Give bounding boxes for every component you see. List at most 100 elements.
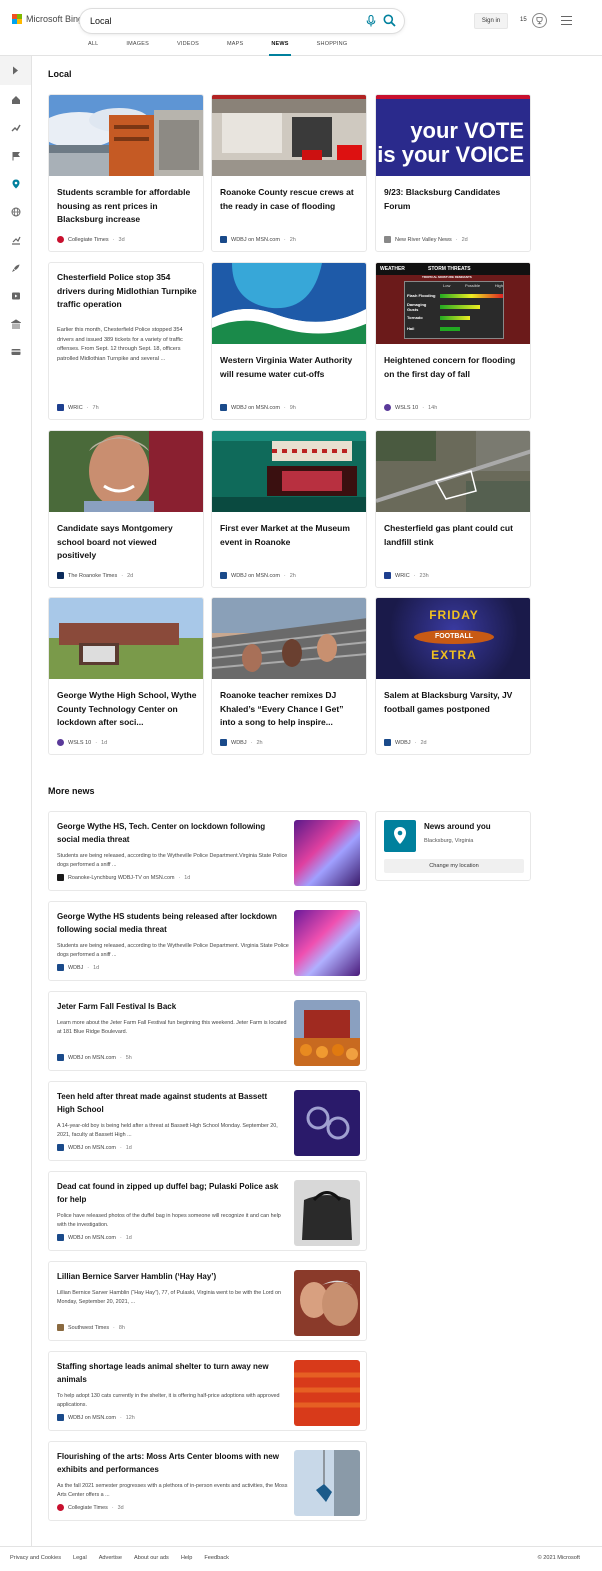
business-chart-icon[interactable]: [11, 235, 21, 245]
news-title[interactable]: Teen held after threat made against stud…: [57, 1091, 285, 1116]
microphone-icon[interactable]: [366, 15, 376, 27]
aerial-landfill-map-image: [376, 431, 530, 512]
sign-in-button[interactable]: Sign in: [474, 13, 508, 29]
more-news-section-title: More news: [48, 786, 95, 796]
news-list-item[interactable]: Staffing shortage leads animal shelter t…: [48, 1351, 367, 1431]
source-logo-icon: [57, 1414, 64, 1421]
footer-link-feedback[interactable]: Feedback: [204, 1555, 229, 1561]
news-card[interactable]: Western Virginia Water Authority will re…: [211, 262, 367, 420]
news-list-item[interactable]: Flourishing of the arts: Moss Arts Cente…: [48, 1441, 367, 1521]
news-card[interactable]: George Wythe High School, Wythe County T…: [48, 597, 204, 755]
card-title[interactable]: Western Virginia Water Authority will re…: [220, 354, 360, 381]
card-source: New River Valley News · 2d: [384, 236, 468, 243]
bing-logo[interactable]: Microsoft Bing: [12, 14, 83, 24]
expand-rail-button[interactable]: [0, 56, 31, 85]
government-building-icon[interactable]: [11, 319, 21, 329]
news-card[interactable]: Chesterfield gas plant could cut landfil…: [375, 430, 531, 588]
tab-videos[interactable]: VIDEOS: [177, 41, 199, 56]
news-list-item[interactable]: Teen held after threat made against stud…: [48, 1081, 367, 1161]
card-title[interactable]: Roanoke teacher remixes DJ Khaled’s “Eve…: [220, 689, 360, 730]
search-input[interactable]: [90, 13, 360, 29]
globe-icon[interactable]: [11, 207, 21, 217]
source-name: WDBJ on MSN.com: [231, 572, 280, 579]
obituary-portrait-thumbnail[interactable]: [294, 1270, 360, 1336]
card-title[interactable]: Chesterfield Police stop 354 drivers dur…: [57, 271, 197, 312]
location-pin-icon[interactable]: [11, 179, 21, 189]
news-list-item[interactable]: George Wythe HS students being released …: [48, 901, 367, 981]
news-card[interactable]: your VOTE is your VOICE 9/23: Blacksburg…: [375, 94, 531, 252]
aerial-dancer-thumbnail[interactable]: [294, 1450, 360, 1516]
news-list-item[interactable]: Lillian Bernice Sarver Hamblin (‘Hay Hay…: [48, 1261, 367, 1341]
news-source: WDBJ on MSN.com · 12h: [57, 1414, 135, 1421]
footer-link-legal[interactable]: Legal: [73, 1555, 87, 1561]
pumpkins-farm-thumbnail[interactable]: [294, 1000, 360, 1066]
footer-link-help[interactable]: Help: [181, 1555, 193, 1561]
source-logo-icon: [57, 1234, 64, 1241]
news-title[interactable]: Jeter Farm Fall Festival Is Back: [57, 1001, 285, 1014]
news-title[interactable]: George Wythe HS students being released …: [57, 911, 285, 936]
footer-link-privacy[interactable]: Privacy and Cookies: [10, 1555, 61, 1561]
duffel-bag-thumbnail[interactable]: [294, 1180, 360, 1246]
footer-link-about-ads[interactable]: About our ads: [134, 1555, 169, 1561]
chevron-right-icon: [13, 66, 18, 75]
news-title[interactable]: George Wythe HS, Tech. Center on lockdow…: [57, 821, 285, 846]
tab-shopping[interactable]: SHOPPING: [317, 41, 348, 56]
news-title[interactable]: Lillian Bernice Sarver Hamblin (‘Hay Hay…: [57, 1271, 285, 1284]
news-card[interactable]: Roanoke County rescue crews at the ready…: [211, 94, 367, 252]
source-name: WDBJ: [231, 739, 247, 746]
news-title[interactable]: Flourishing of the arts: Moss Arts Cente…: [57, 1451, 285, 1476]
footer-links: Privacy and Cookies Legal Advertise Abou…: [10, 1555, 229, 1561]
footer-link-advertise[interactable]: Advertise: [99, 1555, 122, 1561]
source-name: WSLS 10: [68, 739, 92, 746]
rewards-trophy-icon[interactable]: [532, 13, 547, 28]
hamburger-menu-icon[interactable]: [561, 16, 572, 25]
news-list-item[interactable]: Jeter Farm Fall Festival Is Back Learn m…: [48, 991, 367, 1071]
tab-images[interactable]: IMAGES: [126, 41, 149, 56]
news-source: Roanoke-Lynchburg WDBJ-TV on MSN.com · 1d: [57, 874, 190, 881]
news-card[interactable]: FRIDAY FOOTBALL EXTRA Salem at Blacksbur…: [375, 597, 531, 755]
time-ago: 1d: [101, 739, 108, 746]
tab-maps[interactable]: MAPS: [227, 41, 243, 56]
card-title[interactable]: Salem at Blacksburg Varsity, JV football…: [384, 689, 524, 716]
vote-headline: your VOTE is your VOICE: [377, 118, 524, 167]
news-card[interactable]: Chesterfield Police stop 354 drivers dur…: [48, 262, 204, 420]
news-card[interactable]: Students scramble for affordable housing…: [48, 94, 204, 252]
video-icon[interactable]: [11, 291, 21, 301]
tab-news[interactable]: NEWS: [269, 41, 292, 56]
trending-icon[interactable]: [11, 123, 21, 133]
shelter-sign-thumbnail[interactable]: [294, 1360, 360, 1426]
police-lights-thumbnail[interactable]: [294, 910, 360, 976]
card-title[interactable]: Candidate says Montgomery school board n…: [57, 522, 197, 563]
card-title[interactable]: Heightened concern for flooding on the f…: [384, 354, 524, 381]
search-box: [80, 9, 404, 33]
flag-icon[interactable]: [11, 151, 21, 161]
your-vote-image: your VOTE is your VOICE: [376, 95, 530, 176]
home-icon[interactable]: [11, 95, 21, 105]
card-source: WRIC · 23h: [384, 572, 429, 579]
card-title[interactable]: Students scramble for affordable housing…: [57, 186, 197, 227]
news-title[interactable]: Dead cat found in zipped up duffel bag; …: [57, 1181, 285, 1206]
rewards-count[interactable]: 15: [520, 17, 527, 23]
news-list-item[interactable]: Dead cat found in zipped up duffel bag; …: [48, 1171, 367, 1251]
news-card[interactable]: First ever Market at the Museum event in…: [211, 430, 367, 588]
card-title[interactable]: Chesterfield gas plant could cut landfil…: [384, 522, 524, 549]
news-card[interactable]: Candidate says Montgomery school board n…: [48, 430, 204, 588]
tab-all[interactable]: ALL: [88, 41, 98, 56]
card-title[interactable]: George Wythe High School, Wythe County T…: [57, 689, 197, 730]
source-name: WDBJ: [68, 964, 84, 971]
news-source: Southwest Times · 8h: [57, 1324, 125, 1331]
card-title[interactable]: Roanoke County rescue crews at the ready…: [220, 186, 360, 213]
news-card[interactable]: WEATHER STORM THREATS TROPICAL MOISTURE …: [375, 262, 531, 420]
card-title[interactable]: 9/23: Blacksburg Candidates Forum: [384, 186, 524, 213]
news-snippet: Police have released photos of the duffe…: [57, 1213, 281, 1228]
handcuffs-thumbnail[interactable]: [294, 1090, 360, 1156]
rocket-icon[interactable]: [11, 263, 21, 273]
search-icon[interactable]: [383, 14, 396, 27]
news-card[interactable]: Roanoke teacher remixes DJ Khaled’s “Eve…: [211, 597, 367, 755]
police-lights-thumbnail[interactable]: [294, 820, 360, 886]
change-location-button[interactable]: Change my location: [384, 859, 524, 873]
money-card-icon[interactable]: [11, 347, 21, 357]
news-list-item[interactable]: George Wythe HS, Tech. Center on lockdow…: [48, 811, 367, 891]
card-title[interactable]: First ever Market at the Museum event in…: [220, 522, 360, 549]
news-title[interactable]: Staffing shortage leads animal shelter t…: [57, 1361, 285, 1386]
